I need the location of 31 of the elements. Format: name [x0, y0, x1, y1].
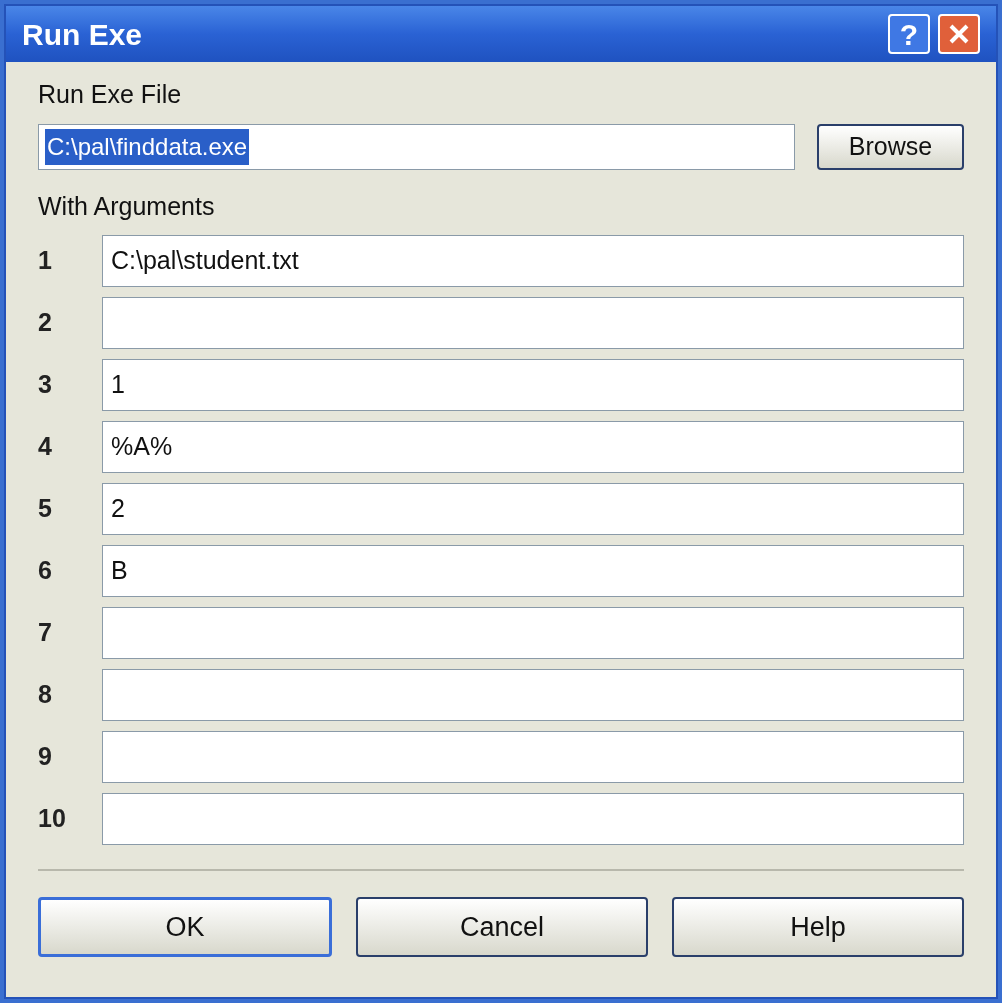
- row-number: 3: [38, 369, 53, 401]
- row-number: 10: [38, 803, 67, 835]
- dialog-button[interactable]: Cancel: [356, 897, 648, 957]
- dialog-button[interactable]: OK: [38, 897, 332, 957]
- dialog-button[interactable]: Help: [672, 897, 964, 957]
- row-number: 7: [38, 617, 53, 649]
- argument-field[interactable]: %A%: [102, 421, 964, 473]
- argument-field[interactable]: [102, 731, 964, 783]
- argument-field[interactable]: [102, 297, 964, 349]
- argument-field[interactable]: C:\pal\student.txt: [102, 235, 964, 287]
- row-number: 1: [38, 245, 53, 277]
- help-button[interactable]: ?: [888, 14, 930, 54]
- browse-button[interactable]: Browse: [816, 123, 964, 170]
- argument-field[interactable]: [102, 793, 964, 845]
- close-button[interactable]: [938, 14, 980, 54]
- argument-field[interactable]: [102, 607, 964, 659]
- argument-field[interactable]: 2: [102, 483, 964, 535]
- close-icon: [947, 22, 971, 46]
- argument-field[interactable]: 1: [102, 359, 964, 411]
- field-label: Run Exe File: [38, 79, 183, 110]
- row-number: 5: [38, 493, 53, 525]
- row-number: 2: [38, 307, 53, 339]
- row-number: 4: [38, 431, 53, 463]
- argument-field[interactable]: [102, 669, 964, 721]
- row-number: 9: [38, 741, 53, 773]
- window-title: Run Exe: [22, 16, 144, 53]
- row-number: 8: [38, 679, 53, 711]
- arguments-label: With Arguments: [38, 190, 216, 222]
- exe-file-field[interactable]: C:\pal\finddata.exe: [38, 123, 795, 170]
- row-number: 6: [38, 555, 53, 587]
- argument-field[interactable]: B: [102, 545, 964, 597]
